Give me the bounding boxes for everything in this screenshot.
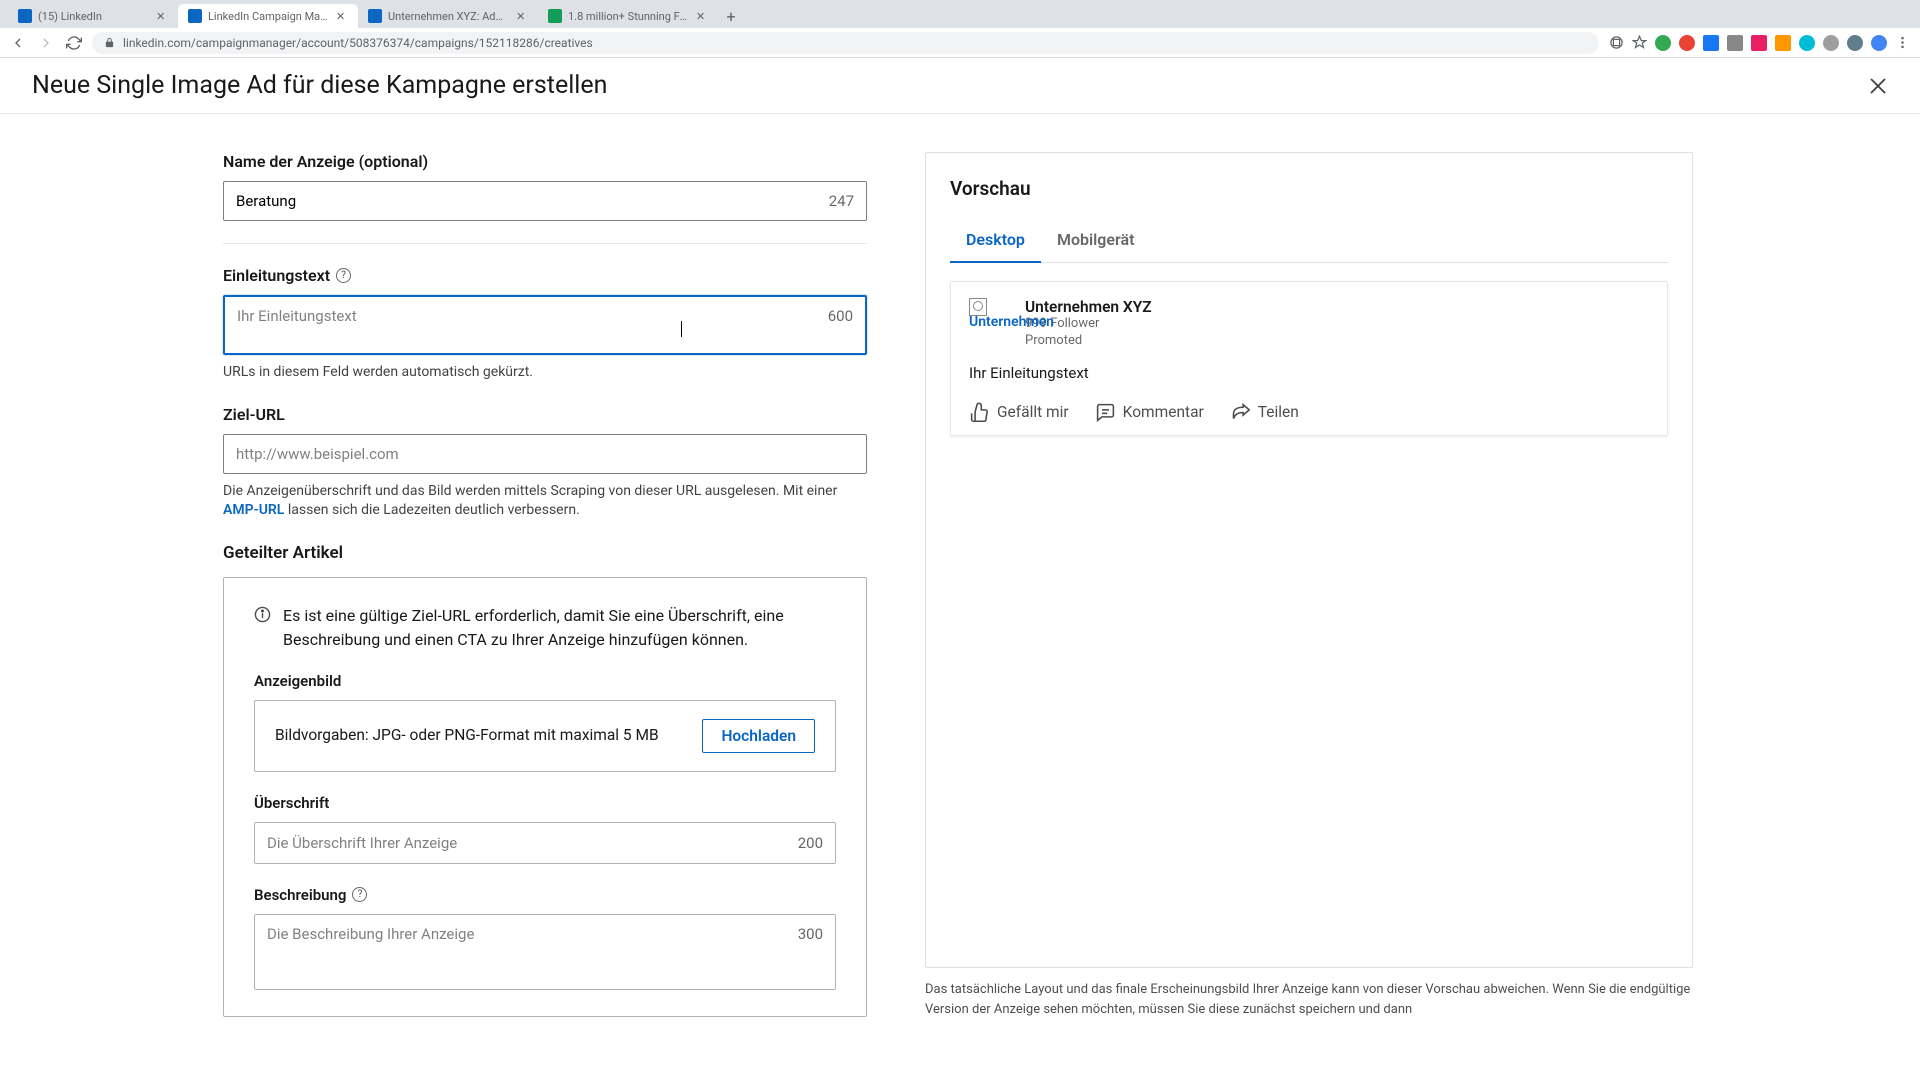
close-icon[interactable]: ✕ (516, 10, 528, 22)
dest-url-input[interactable] (223, 434, 867, 474)
char-counter: 247 (829, 192, 854, 210)
browser-tab[interactable]: Unternehmen XYZ: Administra✕ (358, 4, 538, 28)
like-button[interactable]: Gefällt mir (969, 402, 1069, 423)
amp-url-link[interactable]: AMP-URL (223, 502, 284, 518)
browser-tab[interactable]: (15) LinkedIn✕ (8, 4, 178, 28)
page-title: Neue Single Image Ad für diese Kampagne … (32, 71, 607, 100)
browser-tabs: (15) LinkedIn✕ LinkedIn Campaign Manager… (0, 0, 1920, 28)
close-icon[interactable]: ✕ (336, 10, 348, 22)
info-icon (254, 606, 271, 623)
extension-icon[interactable] (1655, 35, 1671, 51)
extension-icon[interactable] (1823, 35, 1839, 51)
char-counter: 600 (828, 307, 853, 325)
extension-icons (1609, 35, 1910, 51)
preview-disclaimer: Das tatsächliche Layout und das finale E… (925, 980, 1693, 1019)
ad-preview-card: Unternehmen Unternehmen XYZ 999 Follower… (950, 281, 1668, 436)
headline-label: Überschrift (254, 794, 836, 812)
new-tab-button[interactable]: + (718, 4, 744, 28)
back-icon[interactable] (10, 35, 26, 51)
preview-tabs: Desktop Mobilgerät (950, 220, 1668, 263)
help-icon[interactable]: ? (352, 887, 367, 902)
reload-icon[interactable] (66, 35, 82, 51)
extension-icon[interactable] (1727, 35, 1743, 51)
preview-panel: Vorschau Desktop Mobilgerät Unternehmen … (925, 152, 1693, 968)
extension-icon[interactable] (1775, 35, 1791, 51)
intro-text-input[interactable]: 600 (223, 295, 867, 355)
extension-icon[interactable] (1751, 35, 1767, 51)
shared-article-title: Geteilter Artikel (223, 543, 867, 563)
tab-mobile[interactable]: Mobilgerät (1041, 220, 1151, 262)
extension-icon[interactable] (1703, 35, 1719, 51)
close-icon (1866, 74, 1890, 98)
char-counter: 200 (798, 834, 823, 852)
menu-icon[interactable] (1895, 35, 1910, 50)
description-label: Beschreibung (254, 886, 346, 904)
preview-title: Vorschau (950, 177, 1668, 200)
url-text: linkedin.com/campaignmanager/account/508… (123, 36, 593, 50)
company-logo: Unternehmen (969, 298, 1015, 328)
help-text: Die Anzeigenüberschrift und das Bild wer… (223, 482, 867, 521)
upload-box: Bildvorgaben: JPG- oder PNG-Format mit m… (254, 700, 836, 772)
headline-input[interactable]: 200 (254, 822, 836, 864)
ad-name-label: Name der Anzeige (optional) (223, 152, 867, 171)
address-bar[interactable]: linkedin.com/campaignmanager/account/508… (92, 32, 1599, 54)
extension-icon[interactable] (1679, 35, 1695, 51)
ad-intro-text: Ihr Einleitungstext (969, 364, 1649, 382)
divider (223, 243, 867, 244)
tab-desktop[interactable]: Desktop (950, 220, 1041, 263)
shared-article-box: Es ist eine gültige Ziel-URL erforderlic… (223, 577, 867, 1017)
browser-tab[interactable]: LinkedIn Campaign Manager✕ (178, 4, 358, 28)
info-text: Es ist eine gültige Ziel-URL erforderlic… (283, 604, 836, 652)
share-button[interactable]: Teilen (1230, 402, 1299, 423)
avatar[interactable] (1871, 35, 1887, 51)
extension-icon[interactable] (1847, 35, 1863, 51)
close-button[interactable] (1862, 70, 1894, 102)
comment-button[interactable]: Kommentar (1095, 402, 1204, 423)
browser-tab[interactable]: 1.8 million+ Stunning Free Im✕ (538, 4, 718, 28)
help-text: URLs in diesem Feld werden automatisch g… (223, 363, 867, 383)
description-input[interactable]: 300 (254, 914, 836, 990)
close-icon[interactable]: ✕ (156, 10, 168, 22)
lock-icon (104, 37, 115, 48)
ad-name-input[interactable]: 247 (223, 181, 867, 221)
char-counter: 300 (798, 925, 823, 943)
promoted-label: Promoted (1025, 333, 1152, 350)
ad-image-label: Anzeigenbild (254, 672, 836, 690)
upload-button[interactable]: Hochladen (702, 719, 815, 753)
star-icon[interactable] (1632, 35, 1647, 50)
share-icon (1230, 402, 1251, 423)
dest-url-label: Ziel-URL (223, 405, 867, 424)
image-spec-text: Bildvorgaben: JPG- oder PNG-Format mit m… (275, 724, 659, 747)
modal-header: Neue Single Image Ad für diese Kampagne … (0, 58, 1920, 114)
close-icon[interactable]: ✕ (696, 10, 708, 22)
comment-icon (1095, 402, 1116, 423)
address-bar-row: linkedin.com/campaignmanager/account/508… (0, 28, 1920, 58)
info-icon[interactable] (1609, 35, 1624, 50)
extension-icon[interactable] (1799, 35, 1815, 51)
help-icon[interactable]: ? (336, 268, 351, 283)
like-icon (969, 402, 990, 423)
forward-icon[interactable] (38, 35, 54, 51)
intro-text-label: Einleitungstext (223, 266, 330, 285)
